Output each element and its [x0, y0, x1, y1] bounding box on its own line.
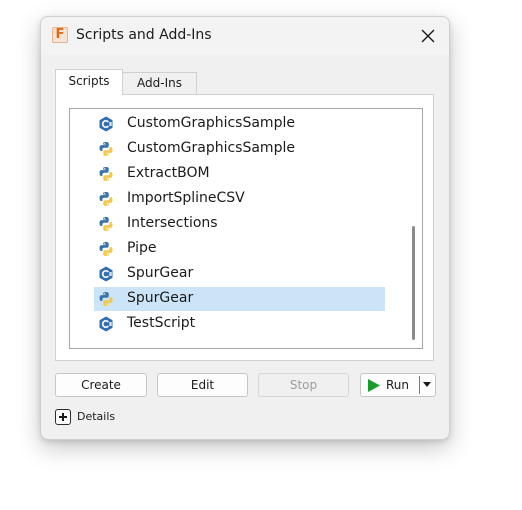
dropdown-arrow-icon[interactable]	[423, 382, 431, 388]
run-label: Run	[386, 378, 410, 392]
python-icon	[98, 166, 114, 182]
script-name: CustomGraphicsSample	[127, 115, 295, 131]
run-button[interactable]: Run	[360, 373, 436, 397]
script-name: SpurGear	[127, 265, 194, 281]
script-name: Pipe	[127, 240, 157, 256]
script-name: ExtractBOM	[127, 165, 210, 181]
scripts-tab-panel: CustomGraphicsSample CustomGraphicsSample…	[55, 94, 434, 361]
python-icon	[98, 241, 114, 257]
script-name: SpurGear	[127, 290, 194, 306]
fusion-app-icon: F	[52, 27, 68, 43]
script-name: Intersections	[127, 215, 218, 231]
csharp-icon	[98, 266, 114, 282]
script-list-item[interactable]: ExtractBOM	[94, 162, 385, 186]
csharp-icon	[98, 316, 114, 332]
script-list-item[interactable]: SpurGear	[94, 262, 385, 286]
run-split-divider	[419, 376, 420, 394]
csharp-icon	[98, 116, 114, 132]
play-icon	[368, 379, 380, 392]
python-icon	[98, 141, 114, 157]
close-icon	[421, 29, 435, 43]
tab-add-ins[interactable]: Add-Ins	[123, 72, 197, 94]
python-icon	[98, 216, 114, 232]
script-list-item[interactable]: ImportSplineCSV	[94, 187, 385, 211]
script-list[interactable]: CustomGraphicsSample CustomGraphicsSample…	[69, 108, 423, 349]
details-expand-toggle[interactable]	[55, 409, 71, 425]
script-list-item[interactable]: CustomGraphicsSample	[94, 137, 385, 161]
script-list-item[interactable]: Pipe	[94, 237, 385, 261]
close-button[interactable]	[415, 23, 441, 49]
edit-button[interactable]: Edit	[157, 373, 248, 397]
vertical-scrollbar[interactable]	[410, 109, 418, 348]
create-button[interactable]: Create	[55, 373, 147, 397]
title-bar[interactable]: F Scripts and Add-Ins	[41, 17, 449, 55]
window-title: Scripts and Add-Ins	[76, 27, 212, 43]
scripts-addins-dialog: F Scripts and Add-Ins Scripts Add-Ins Cu…	[40, 16, 450, 440]
stop-button[interactable]: Stop	[258, 373, 349, 397]
script-name: CustomGraphicsSample	[127, 140, 295, 156]
python-icon	[98, 191, 114, 207]
script-list-item[interactable]: CustomGraphicsSample	[94, 112, 385, 136]
script-list-item[interactable]: TestScript	[94, 312, 385, 336]
script-name: ImportSplineCSV	[127, 190, 245, 206]
script-list-item[interactable]: Intersections	[94, 212, 385, 236]
python-icon	[98, 291, 114, 307]
script-list-item[interactable]: SpurGear	[94, 287, 385, 311]
tab-scripts[interactable]: Scripts	[55, 69, 123, 95]
scrollbar-thumb[interactable]	[412, 226, 415, 340]
details-label: Details	[77, 410, 116, 423]
plus-icon	[59, 413, 67, 421]
script-name: TestScript	[127, 315, 196, 331]
